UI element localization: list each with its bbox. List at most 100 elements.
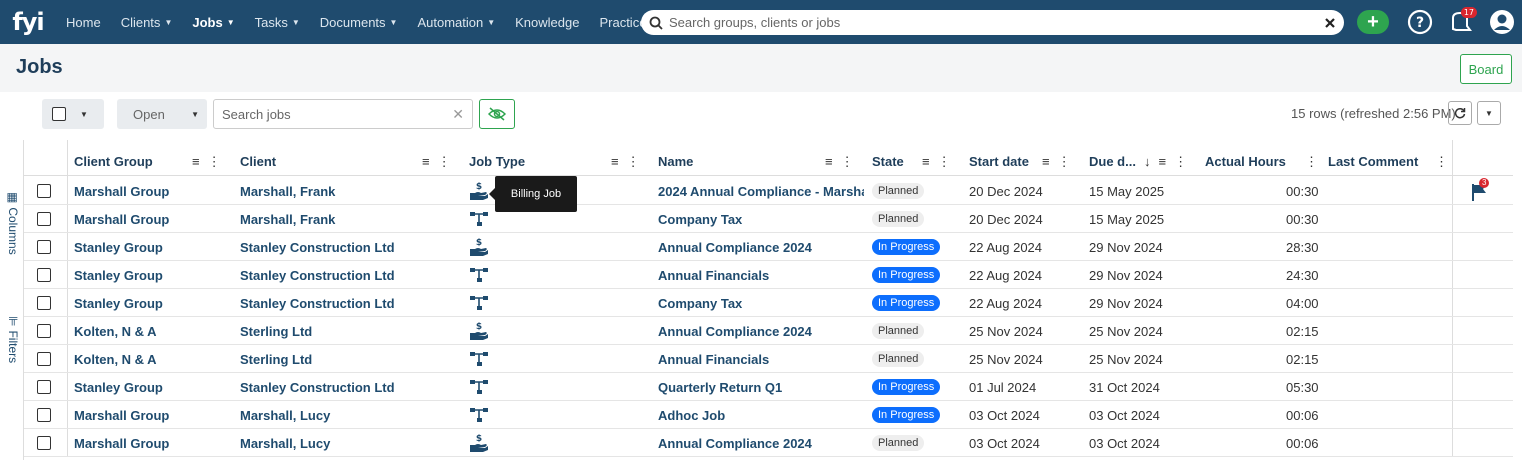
filter-icon[interactable]: ≡ xyxy=(422,154,430,169)
table-row[interactable]: Marshall Group Marshall, Lucy Adhoc Job In … xyxy=(24,401,1513,429)
more-vert-icon[interactable]: ⋮ xyxy=(208,154,221,170)
more-vert-icon[interactable]: ⋮ xyxy=(1435,154,1448,170)
workflow-job-icon[interactable] xyxy=(469,345,489,373)
more-vert-icon[interactable]: ⋮ xyxy=(938,154,951,170)
client-group-link[interactable]: Stanley Group xyxy=(74,261,234,289)
job-name-link[interactable]: Company Tax xyxy=(658,205,864,233)
billing-job-icon[interactable]: $ xyxy=(469,233,489,261)
filters-tab[interactable]: ⊫ Filters xyxy=(6,316,20,363)
client-link[interactable]: Marshall, Lucy xyxy=(240,429,460,457)
client-group-link[interactable]: Kolten, N & A xyxy=(74,317,234,345)
client-group-link[interactable]: Stanley Group xyxy=(74,233,234,261)
filter-icon[interactable]: ≡ xyxy=(922,154,930,169)
client-link[interactable]: Marshall, Frank xyxy=(240,177,460,205)
col-due-date[interactable]: Due d... xyxy=(1089,147,1136,176)
bulk-select-dropdown[interactable]: ▼ xyxy=(42,99,104,129)
more-vert-icon[interactable]: ⋮ xyxy=(1058,154,1071,170)
col-actual-hours[interactable]: Actual Hours xyxy=(1205,147,1286,176)
board-view-button[interactable]: Board xyxy=(1460,54,1512,84)
more-vert-icon[interactable]: ⋮ xyxy=(438,154,451,170)
status-filter-select[interactable]: Open ▼ xyxy=(117,99,207,129)
row-checkbox[interactable] xyxy=(37,289,51,317)
client-link[interactable]: Sterling Ltd xyxy=(240,345,460,373)
col-client[interactable]: Client xyxy=(240,147,276,176)
client-group-link[interactable]: Marshall Group xyxy=(74,429,234,457)
job-search-field[interactable]: ✕ xyxy=(213,99,473,129)
table-row[interactable]: Stanley Group Stanley Construction Ltd $ An… xyxy=(24,233,1513,261)
workflow-job-icon[interactable] xyxy=(469,373,489,401)
options-dropdown-button[interactable]: ▼ xyxy=(1477,101,1501,125)
client-link[interactable]: Stanley Construction Ltd xyxy=(240,261,460,289)
select-all-checkbox[interactable] xyxy=(52,107,66,121)
client-link[interactable]: Stanley Construction Ltd xyxy=(240,373,460,401)
job-name-link[interactable]: Annual Compliance 2024 xyxy=(658,317,864,345)
workflow-job-icon[interactable] xyxy=(469,205,489,233)
table-row[interactable]: Marshall Group Marshall, Frank Company Tax… xyxy=(24,205,1513,233)
sort-desc-icon[interactable]: ↓ xyxy=(1144,154,1151,169)
nav-item-jobs[interactable]: Jobs ▼ xyxy=(192,15,234,30)
client-link[interactable]: Marshall, Lucy xyxy=(240,401,460,429)
notifications-icon[interactable]: 17 xyxy=(1447,7,1477,35)
filter-icon[interactable]: ≡ xyxy=(611,154,619,169)
job-name-link[interactable]: Annual Compliance 2024 xyxy=(658,429,864,457)
refresh-button[interactable] xyxy=(1448,101,1472,125)
billing-job-icon[interactable]: $ xyxy=(469,429,489,457)
clear-icon[interactable]: ✕ xyxy=(452,106,464,123)
row-checkbox[interactable] xyxy=(37,317,51,345)
nav-item-tasks[interactable]: Tasks ▼ xyxy=(255,15,300,30)
more-vert-icon[interactable]: ⋮ xyxy=(1174,154,1187,170)
row-checkbox[interactable] xyxy=(37,233,51,261)
job-name-link[interactable]: Quarterly Return Q1 xyxy=(658,373,864,401)
more-vert-icon[interactable]: ⋮ xyxy=(841,154,854,170)
client-group-link[interactable]: Stanley Group xyxy=(74,373,234,401)
client-group-link[interactable]: Marshall Group xyxy=(74,205,234,233)
nav-item-clients[interactable]: Clients ▼ xyxy=(121,15,173,30)
add-new-button[interactable]: + xyxy=(1357,10,1389,34)
nav-item-automation[interactable]: Automation ▼ xyxy=(417,15,495,30)
col-name[interactable]: Name xyxy=(658,147,693,176)
toggle-hidden-button[interactable] xyxy=(479,99,515,129)
filter-icon[interactable]: ≡ xyxy=(192,154,200,169)
job-name-link[interactable]: 2024 Annual Compliance - Marshal... xyxy=(658,177,864,205)
flag-icon[interactable]: 3 xyxy=(1470,178,1492,205)
table-row[interactable]: Kolten, N & A Sterling Ltd Annual Financia… xyxy=(24,345,1513,373)
global-search[interactable] xyxy=(641,10,1344,35)
job-name-link[interactable]: Annual Compliance 2024 xyxy=(658,233,864,261)
job-name-link[interactable]: Company Tax xyxy=(658,289,864,317)
table-row[interactable]: Marshall Group Marshall, Frank $2024 Annua… xyxy=(24,177,1513,205)
job-name-link[interactable]: Annual Financials xyxy=(658,261,864,289)
more-vert-icon[interactable]: ⋮ xyxy=(1305,154,1318,170)
workflow-job-icon[interactable] xyxy=(469,261,489,289)
client-link[interactable]: Marshall, Frank xyxy=(240,205,460,233)
client-group-link[interactable]: Stanley Group xyxy=(74,289,234,317)
nav-item-documents[interactable]: Documents ▼ xyxy=(320,15,398,30)
table-row[interactable]: Stanley Group Stanley Construction Ltd Ann… xyxy=(24,261,1513,289)
job-name-link[interactable]: Adhoc Job xyxy=(658,401,864,429)
billing-job-icon[interactable]: $ xyxy=(469,317,489,345)
job-search-input[interactable] xyxy=(222,106,453,122)
client-link[interactable]: Sterling Ltd xyxy=(240,317,460,345)
clear-search-icon[interactable] xyxy=(1324,17,1336,29)
filter-icon[interactable]: ≡ xyxy=(1042,154,1050,169)
table-row[interactable]: Kolten, N & A Sterling Ltd $ Annual Complia… xyxy=(24,317,1513,345)
workflow-job-icon[interactable] xyxy=(469,289,489,317)
filter-icon[interactable]: ≡ xyxy=(1159,154,1167,169)
table-row[interactable]: Stanley Group Stanley Construction Ltd Qua… xyxy=(24,373,1513,401)
help-icon[interactable]: ? xyxy=(1407,9,1433,35)
more-vert-icon[interactable]: ⋮ xyxy=(627,154,640,170)
fyi-logo[interactable]: fyi xyxy=(0,0,56,44)
row-checkbox[interactable] xyxy=(37,345,51,373)
filter-icon[interactable]: ≡ xyxy=(825,154,833,169)
table-row[interactable]: Marshall Group Marshall, Lucy $ Annual Comp… xyxy=(24,429,1513,457)
user-avatar-icon[interactable] xyxy=(1489,9,1515,35)
nav-item-home[interactable]: Home xyxy=(66,15,101,30)
col-last-comment[interactable]: Last Comment xyxy=(1328,147,1418,176)
columns-tab[interactable]: ▦ Columns xyxy=(6,192,20,255)
workflow-job-icon[interactable] xyxy=(469,401,489,429)
row-checkbox[interactable] xyxy=(37,401,51,429)
row-checkbox[interactable] xyxy=(37,177,51,205)
row-checkbox[interactable] xyxy=(37,373,51,401)
row-checkbox[interactable] xyxy=(37,205,51,233)
col-state[interactable]: State xyxy=(872,147,904,176)
nav-item-knowledge[interactable]: Knowledge xyxy=(515,15,579,30)
